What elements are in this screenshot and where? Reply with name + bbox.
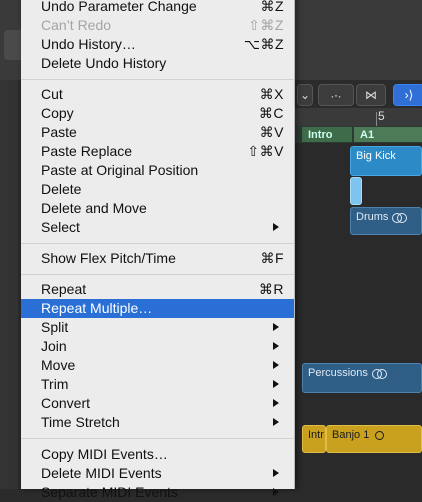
menu-item-label: Paste <box>41 124 77 140</box>
menu-item-repeat[interactable]: Repeat ⌘R <box>21 280 294 299</box>
menu-item-label: Separate MIDI Events <box>41 484 178 500</box>
menu-item-label: Cut <box>41 86 63 102</box>
menu-item-repeat-multiple[interactable]: Repeat Multiple… <box>21 299 294 318</box>
menu-item-label: Split <box>41 319 69 335</box>
submenu-arrow-icon <box>273 469 279 477</box>
loop-icon <box>375 430 385 440</box>
submenu-arrow-icon <box>273 418 279 426</box>
marker-intro[interactable]: Intro <box>302 127 352 142</box>
crossfade-icon[interactable]: ⋈ <box>356 84 386 106</box>
menu-item-label: Delete <box>41 181 82 197</box>
chain-icon <box>371 368 387 379</box>
menu-item-shortcut: ⌘C <box>258 105 284 121</box>
menu-item-join[interactable]: Join <box>21 337 294 356</box>
menu-item-cut[interactable]: Cut ⌘X <box>21 85 294 104</box>
menu-separator <box>21 243 294 244</box>
menu-item-redo: Can’t Redo ⇧⌘Z <box>21 16 294 35</box>
tracks-area: Big Kick Drums Percussions Intr Banjo 1 <box>294 143 422 489</box>
region-big-kick[interactable]: Big Kick <box>350 146 422 176</box>
region-label: Drums <box>356 211 389 223</box>
track-header-strip <box>0 80 18 489</box>
menu-item-label: Repeat <box>41 281 87 297</box>
region-intro[interactable]: Intr <box>302 425 326 453</box>
chevron-down-icon[interactable]: ⌄ <box>297 84 313 106</box>
menu-item-shortcut: ⌘X <box>259 86 284 102</box>
submenu-arrow-icon <box>273 399 279 407</box>
menu-item-label: Time Stretch <box>41 414 120 430</box>
ruler[interactable]: 5 <box>294 108 422 126</box>
region-label: Big Kick <box>356 150 396 162</box>
submenu-arrow-icon <box>273 361 279 369</box>
menu-item-label: Select <box>41 219 80 235</box>
region-percussions[interactable]: Percussions <box>302 363 422 393</box>
menu-item-shortcut: ⇧⌘Z <box>248 17 284 33</box>
menu-item-label: Delete MIDI Events <box>41 465 162 481</box>
submenu-arrow-icon <box>273 342 279 350</box>
menu-item-delete-undo-history[interactable]: Delete Undo History <box>21 54 294 73</box>
menu-item-convert[interactable]: Convert <box>21 394 294 413</box>
menu-item-label: Undo Parameter Change <box>41 0 197 14</box>
menu-item-copy-midi-events[interactable]: Copy MIDI Events… <box>21 445 294 464</box>
menu-item-label: Copy MIDI Events… <box>41 446 168 462</box>
submenu-arrow-icon <box>273 223 279 231</box>
menu-item-shortcut: ⌘Z <box>260 0 284 14</box>
menu-item-separate-midi-events[interactable]: Separate MIDI Events <box>21 483 294 502</box>
menu-item-label: Delete and Move <box>41 200 147 216</box>
menu-item-shortcut: ⌘F <box>260 250 284 266</box>
ruler-tick <box>376 112 377 126</box>
menu-item-paste-original-position[interactable]: Paste at Original Position <box>21 161 294 180</box>
region-label: Banjo 1 <box>332 429 370 441</box>
menu-item-label: Move <box>41 357 76 373</box>
menu-item-undo-history[interactable]: Undo History… ⌥⌘Z <box>21 35 294 54</box>
menu-item-label: Join <box>41 338 67 354</box>
menu-item-label: Paste at Original Position <box>41 162 199 178</box>
menu-item-move[interactable]: Move <box>21 356 294 375</box>
flex-tool-icon[interactable]: ›⟩ <box>393 84 422 106</box>
menu-item-label: Copy <box>41 105 74 121</box>
menu-item-label: Repeat Multiple… <box>41 300 153 316</box>
menu-item-label: Paste Replace <box>41 143 133 159</box>
marker-a1[interactable]: A1 <box>354 127 422 142</box>
region-drums[interactable]: Drums <box>350 207 422 235</box>
menu-item-shortcut: ⌥⌘Z <box>243 36 284 52</box>
menu-item-label: Can’t Redo <box>41 17 112 33</box>
submenu-arrow-icon <box>273 323 279 331</box>
menu-item-label: Show Flex Pitch/Time <box>41 250 176 266</box>
chain-icon <box>392 212 408 223</box>
menu-item-select[interactable]: Select <box>21 218 294 237</box>
region-small[interactable] <box>350 177 362 205</box>
menu-item-paste-replace[interactable]: Paste Replace ⇧⌘V <box>21 142 294 161</box>
region-banjo[interactable]: Banjo 1 <box>326 425 422 453</box>
menu-item-time-stretch[interactable]: Time Stretch <box>21 413 294 432</box>
edit-menu: Undo Parameter Change ⌘Z Can’t Redo ⇧⌘Z … <box>21 0 295 500</box>
menu-item-show-flex[interactable]: Show Flex Pitch/Time ⌘F <box>21 249 294 268</box>
menu-item-label: Convert <box>41 395 91 411</box>
menu-item-split[interactable]: Split <box>21 318 294 337</box>
menu-item-delete[interactable]: Delete <box>21 180 294 199</box>
region-label: Intr <box>308 429 324 441</box>
menu-item-undo[interactable]: Undo Parameter Change ⌘Z <box>21 0 294 16</box>
menu-separator <box>21 274 294 275</box>
menu-item-trim[interactable]: Trim <box>21 375 294 394</box>
submenu-arrow-icon <box>273 488 279 496</box>
automation-icon[interactable]: ·⸱· <box>318 84 354 106</box>
ruler-bar-number: 5 <box>378 109 385 123</box>
menu-item-delete-and-move[interactable]: Delete and Move <box>21 199 294 218</box>
menu-item-label: Delete Undo History <box>41 55 167 71</box>
menu-separator <box>21 438 294 439</box>
region-label: Percussions <box>308 367 368 379</box>
menu-item-delete-midi-events[interactable]: Delete MIDI Events <box>21 464 294 483</box>
menu-item-shortcut: ⌘V <box>259 124 284 140</box>
menu-item-shortcut: ⌘R <box>258 281 284 297</box>
menu-item-copy[interactable]: Copy ⌘C <box>21 104 294 123</box>
menu-item-shortcut: ⇧⌘V <box>247 143 284 159</box>
menu-item-label: Trim <box>41 376 69 392</box>
menu-item-paste[interactable]: Paste ⌘V <box>21 123 294 142</box>
marker-track: Intro A1 <box>294 126 422 143</box>
menu-item-label: Undo History… <box>41 36 136 52</box>
menu-separator <box>21 79 294 80</box>
submenu-arrow-icon <box>273 380 279 388</box>
